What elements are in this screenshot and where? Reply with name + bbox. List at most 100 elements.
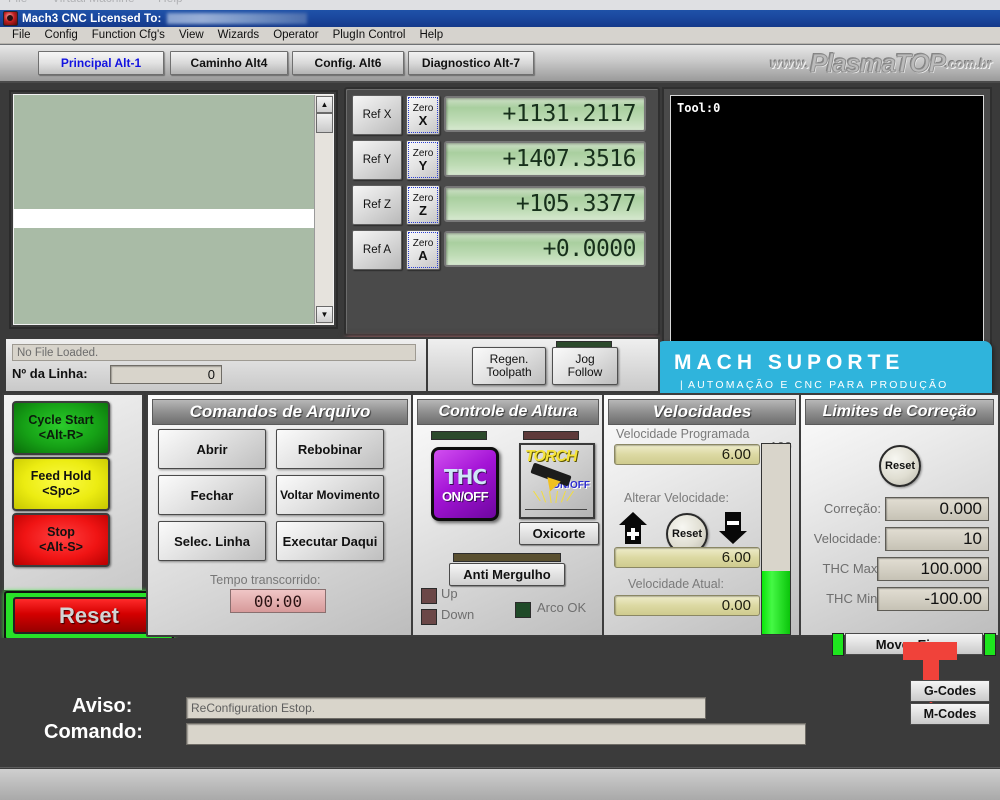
logo-tld: .com.br <box>945 55 992 71</box>
speed-decrease-button[interactable] <box>718 511 748 545</box>
ref-a-button[interactable]: Ref A <box>352 230 402 270</box>
programmed-speed-label: Velocidade Programada <box>616 427 750 441</box>
rebobinar-button[interactable]: Rebobinar <box>276 429 384 469</box>
actual-speed-value[interactable]: 0.00 <box>614 595 760 616</box>
ref-x-button[interactable]: Ref X <box>352 95 402 135</box>
torch-led <box>523 431 579 440</box>
zero-y-label-axis: Y <box>418 157 428 173</box>
correction-reset-button[interactable]: Reset <box>879 445 921 487</box>
menu-item-help[interactable]: Help <box>412 28 450 42</box>
velocidade-value[interactable]: 10 <box>885 527 989 551</box>
tab-caminho[interactable]: Caminho Alt4 <box>170 51 288 75</box>
abrir-button[interactable]: Abrir <box>158 429 266 469</box>
window-titlebar: Mach3 CNC Licensed To: <box>0 10 1000 27</box>
banner-title: MACH SUPORTE <box>674 351 905 374</box>
scroll-up-arrow-icon[interactable]: ▲ <box>316 96 333 113</box>
thc-min-value[interactable]: -100.00 <box>877 587 989 611</box>
correcao-label: Correção: <box>823 501 881 516</box>
zero-a-label-top: Zero <box>412 237 434 249</box>
aviso-label: Aviso: <box>72 695 133 717</box>
dro-z-value[interactable]: +105.3377 <box>444 186 646 222</box>
correcao-value[interactable]: 0.000 <box>885 497 989 521</box>
tab-config[interactable]: Config. Alt6 <box>292 51 404 75</box>
scrollbar-thumb[interactable] <box>316 113 333 133</box>
torch-on-off-button[interactable]: TORCH ON/OFF <box>519 443 595 519</box>
thc-max-value[interactable]: 100.000 <box>877 557 989 581</box>
gcode-listing-panel: ▲ ▼ <box>6 87 341 332</box>
thc-on-off-button[interactable]: THC ON/OFF <box>431 447 499 521</box>
gcode-current-line-highlight <box>14 209 315 228</box>
zero-y-label-top: Zero <box>412 147 434 159</box>
arco-ok-indicator-label: Arco OK <box>537 600 587 615</box>
lower-panel-row: Cycle Start <Alt-R> Feed Hold <Spc> Stop… <box>0 393 1000 640</box>
speed-increase-button[interactable] <box>618 511 648 545</box>
gcode-scrollbar[interactable]: ▲ ▼ <box>314 95 333 324</box>
ghost-menu-item-1: Virtual Machine <box>52 0 135 5</box>
tab-diagnostico[interactable]: Diagnostico Alt-7 <box>408 51 534 75</box>
cycle-start-button[interactable]: Cycle Start <Alt-R> <box>12 401 110 455</box>
torch-workpiece-line-icon <box>525 509 587 510</box>
zero-x-button[interactable]: Zero X <box>406 95 440 135</box>
comando-input[interactable] <box>186 723 806 745</box>
g-codes-button[interactable]: G-Codes <box>910 680 990 702</box>
menu-item-wizards[interactable]: Wizards <box>211 28 267 42</box>
jog-follow-button[interactable]: Jog Follow <box>552 347 618 385</box>
mach3-application-window: File Virtual Machine Help Mach3 CNC Lice… <box>0 0 1000 800</box>
velocidade-label: Velocidade: <box>813 531 881 546</box>
anti-mergulho-button[interactable]: Anti Mergulho <box>449 563 565 586</box>
up-indicator-label: Up <box>441 586 458 601</box>
speed-bar-gauge <box>761 443 791 635</box>
ghost-menu-item-2: Help <box>158 0 183 5</box>
scroll-down-arrow-icon[interactable]: ▼ <box>316 306 333 323</box>
menubar: File Config Function Cfg's View Wizards … <box>0 27 1000 44</box>
m-codes-button[interactable]: M-Codes <box>910 703 990 725</box>
feed-hold-label: Feed Hold <box>30 469 92 483</box>
menu-item-plugin-control[interactable]: PlugIn Control <box>326 28 413 42</box>
ref-z-button[interactable]: Ref Z <box>352 185 402 225</box>
tab-principal[interactable]: Principal Alt-1 <box>38 51 164 75</box>
zero-z-button[interactable]: Zero Z <box>406 185 440 225</box>
stop-button[interactable]: Stop <Alt-S> <box>12 513 110 567</box>
zero-x-label-top: Zero <box>412 102 434 114</box>
fechar-button[interactable]: Fechar <box>158 475 266 515</box>
menu-item-function-cfgs[interactable]: Function Cfg's <box>85 28 172 42</box>
dro-y-value[interactable]: +1407.3516 <box>444 141 646 177</box>
mach3-screen: Principal Alt-1 Caminho Alt4 Config. Alt… <box>0 45 1000 800</box>
menu-item-view[interactable]: View <box>172 28 211 42</box>
stop-shortcut: <Alt-S> <box>39 540 83 554</box>
regen-toolpath-button[interactable]: Regen. Toolpath <box>472 347 546 385</box>
reset-button[interactable]: Reset <box>13 597 165 634</box>
ref-y-button[interactable]: Ref Y <box>352 140 402 180</box>
menu-item-operator[interactable]: Operator <box>266 28 325 42</box>
zero-y-button[interactable]: Zero Y <box>406 140 440 180</box>
feed-hold-button[interactable]: Feed Hold <Spc> <box>12 457 110 511</box>
thc-label-2: ON/OFF <box>441 488 489 504</box>
voltar-movimento-button[interactable]: Voltar Movimento <box>276 475 384 515</box>
down-indicator-label: Down <box>441 607 475 622</box>
zero-z-label-top: Zero <box>412 192 434 204</box>
line-number-field[interactable]: 0 <box>110 365 222 384</box>
selec-linha-button[interactable]: Selec. Linha <box>158 521 266 561</box>
zero-z-label-axis: Z <box>419 202 427 218</box>
speed-override-value[interactable]: 6.00 <box>614 547 760 568</box>
mach3-app-icon <box>3 11 18 26</box>
banner-subtitle: | AUTOMAÇÃO E CNC PARA PRODUÇÃO <box>680 379 949 391</box>
menu-item-file[interactable]: File <box>5 28 38 42</box>
executar-daqui-button[interactable]: Executar Daqui <box>276 521 384 561</box>
toolpath-buttons-bar: Regen. Toolpath Jog Follow <box>426 337 660 393</box>
bottom-footer-strip <box>0 769 1000 800</box>
thc-min-label: THC Min: <box>826 591 881 606</box>
dro-x-value[interactable]: +1131.2117 <box>444 96 646 132</box>
height-control-group: Controle de Altura THC ON/OFF TORCH ON/O… <box>411 393 605 637</box>
dro-a-value[interactable]: +0.0000 <box>444 231 646 267</box>
zero-a-button[interactable]: Zero A <box>406 230 440 270</box>
stop-label: Stop <box>47 525 75 539</box>
toolpath-viewport[interactable]: Tool:0 <box>670 95 984 369</box>
regen-label-2: Toolpath <box>486 365 532 379</box>
oxicorte-button[interactable]: Oxicorte <box>519 522 599 545</box>
menu-item-config[interactable]: Config <box>38 28 85 42</box>
gcode-listing[interactable]: ▲ ▼ <box>13 94 334 325</box>
programmed-speed-value[interactable]: 6.00 <box>614 444 760 465</box>
elapsed-time-label: Tempo transcorrido: <box>210 573 321 587</box>
logo-www: www. <box>769 55 810 71</box>
